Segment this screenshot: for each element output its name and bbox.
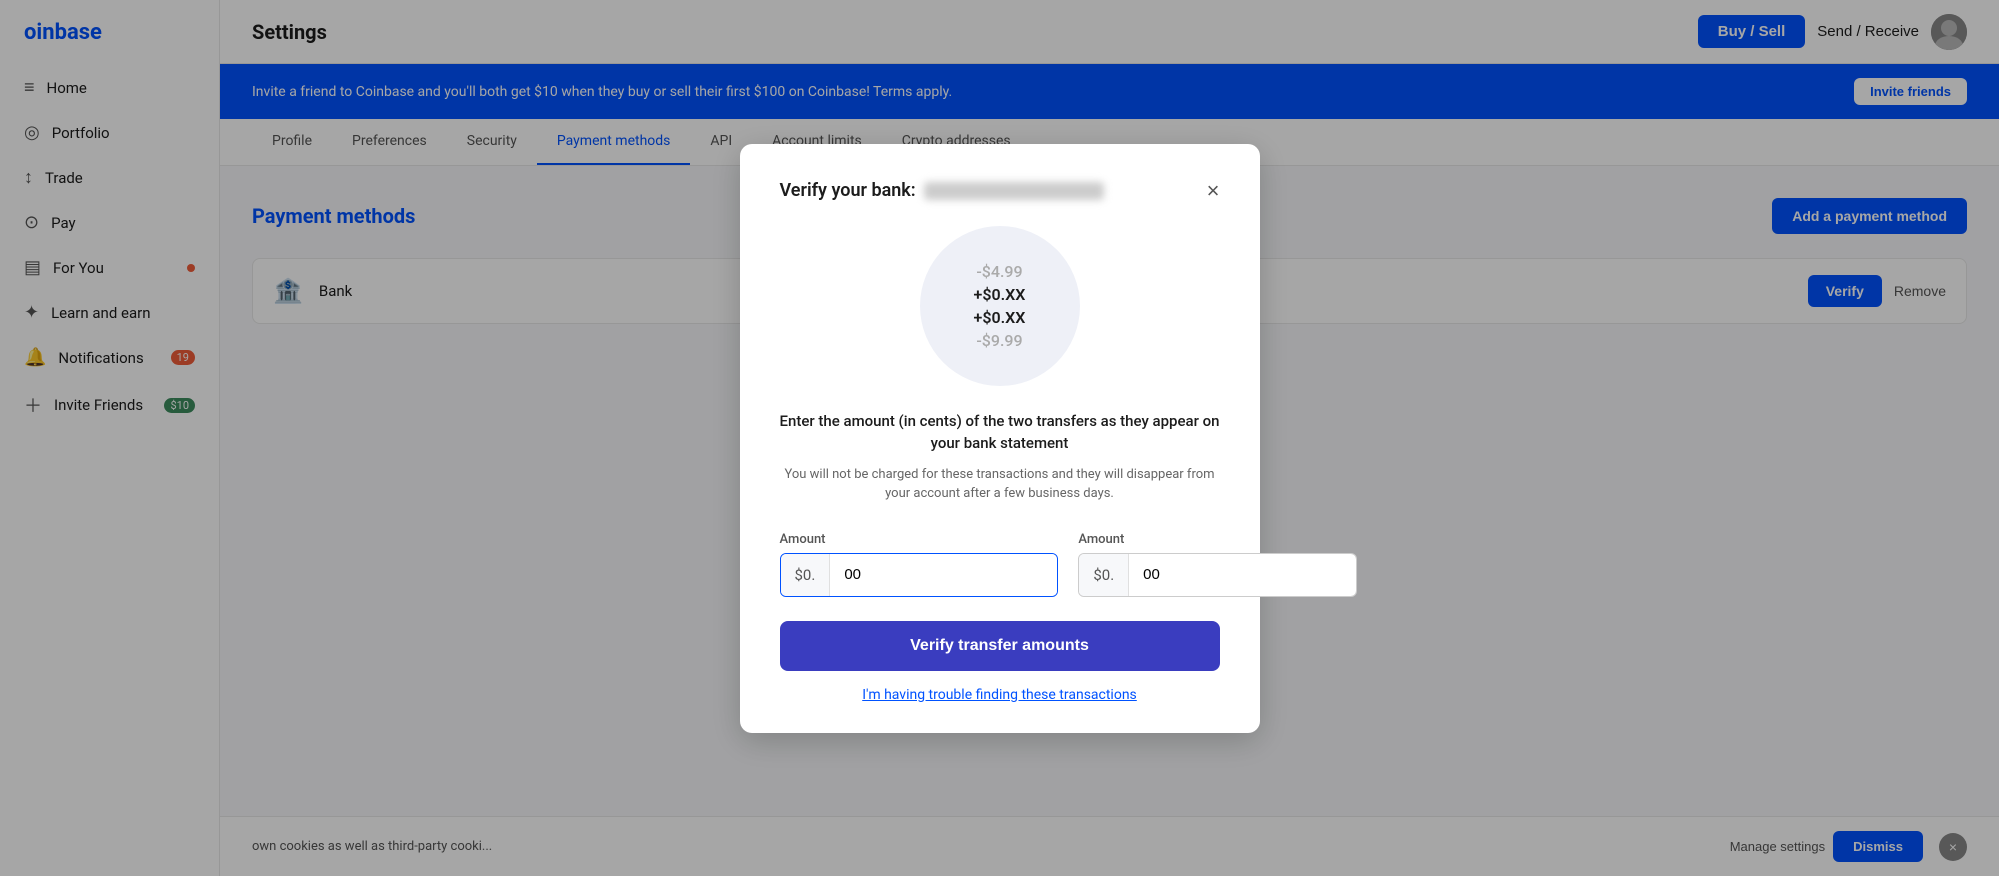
- amount2-prefix: $0.: [1079, 554, 1129, 596]
- circle-amount-1: -$4.99: [976, 262, 1022, 281]
- amount2-label: Amount: [1078, 532, 1357, 547]
- bank-name-blurred: [924, 182, 1104, 200]
- amount1-input-row: $0.: [780, 553, 1059, 597]
- verify-bank-modal: Verify your bank: × -$4.99 +$0.XX +$0.XX…: [740, 144, 1260, 733]
- modal-description-main: Enter the amount (in cents) of the two t…: [780, 410, 1220, 455]
- modal-description-sub: You will not be charged for these transa…: [780, 465, 1220, 504]
- circle-amount-4: -$9.99: [976, 331, 1022, 350]
- modal-overlay[interactable]: Verify your bank: × -$4.99 +$0.XX +$0.XX…: [0, 0, 1999, 876]
- amounts-circle: -$4.99 +$0.XX +$0.XX -$9.99: [920, 226, 1080, 386]
- modal-header: Verify your bank: ×: [780, 180, 1220, 202]
- verify-transfer-button[interactable]: Verify transfer amounts: [780, 621, 1220, 671]
- amount1-label: Amount: [780, 532, 1059, 547]
- amount1-input[interactable]: [830, 554, 1057, 596]
- amount-group-1: Amount $0.: [780, 532, 1059, 597]
- trouble-link[interactable]: I'm having trouble finding these transac…: [780, 687, 1220, 703]
- modal-title-text: Verify your bank:: [780, 180, 916, 201]
- circle-amount-2: +$0.XX: [974, 285, 1026, 304]
- modal-close-button[interactable]: ×: [1207, 180, 1220, 202]
- amount2-input-row: $0.: [1078, 553, 1357, 597]
- amount1-prefix: $0.: [781, 554, 831, 596]
- circle-amount-3: +$0.XX: [974, 308, 1026, 327]
- amounts-row: Amount $0. Amount $0.: [780, 532, 1220, 597]
- modal-title: Verify your bank:: [780, 180, 1104, 201]
- amount2-input[interactable]: [1129, 554, 1356, 596]
- amount-group-2: Amount $0.: [1078, 532, 1357, 597]
